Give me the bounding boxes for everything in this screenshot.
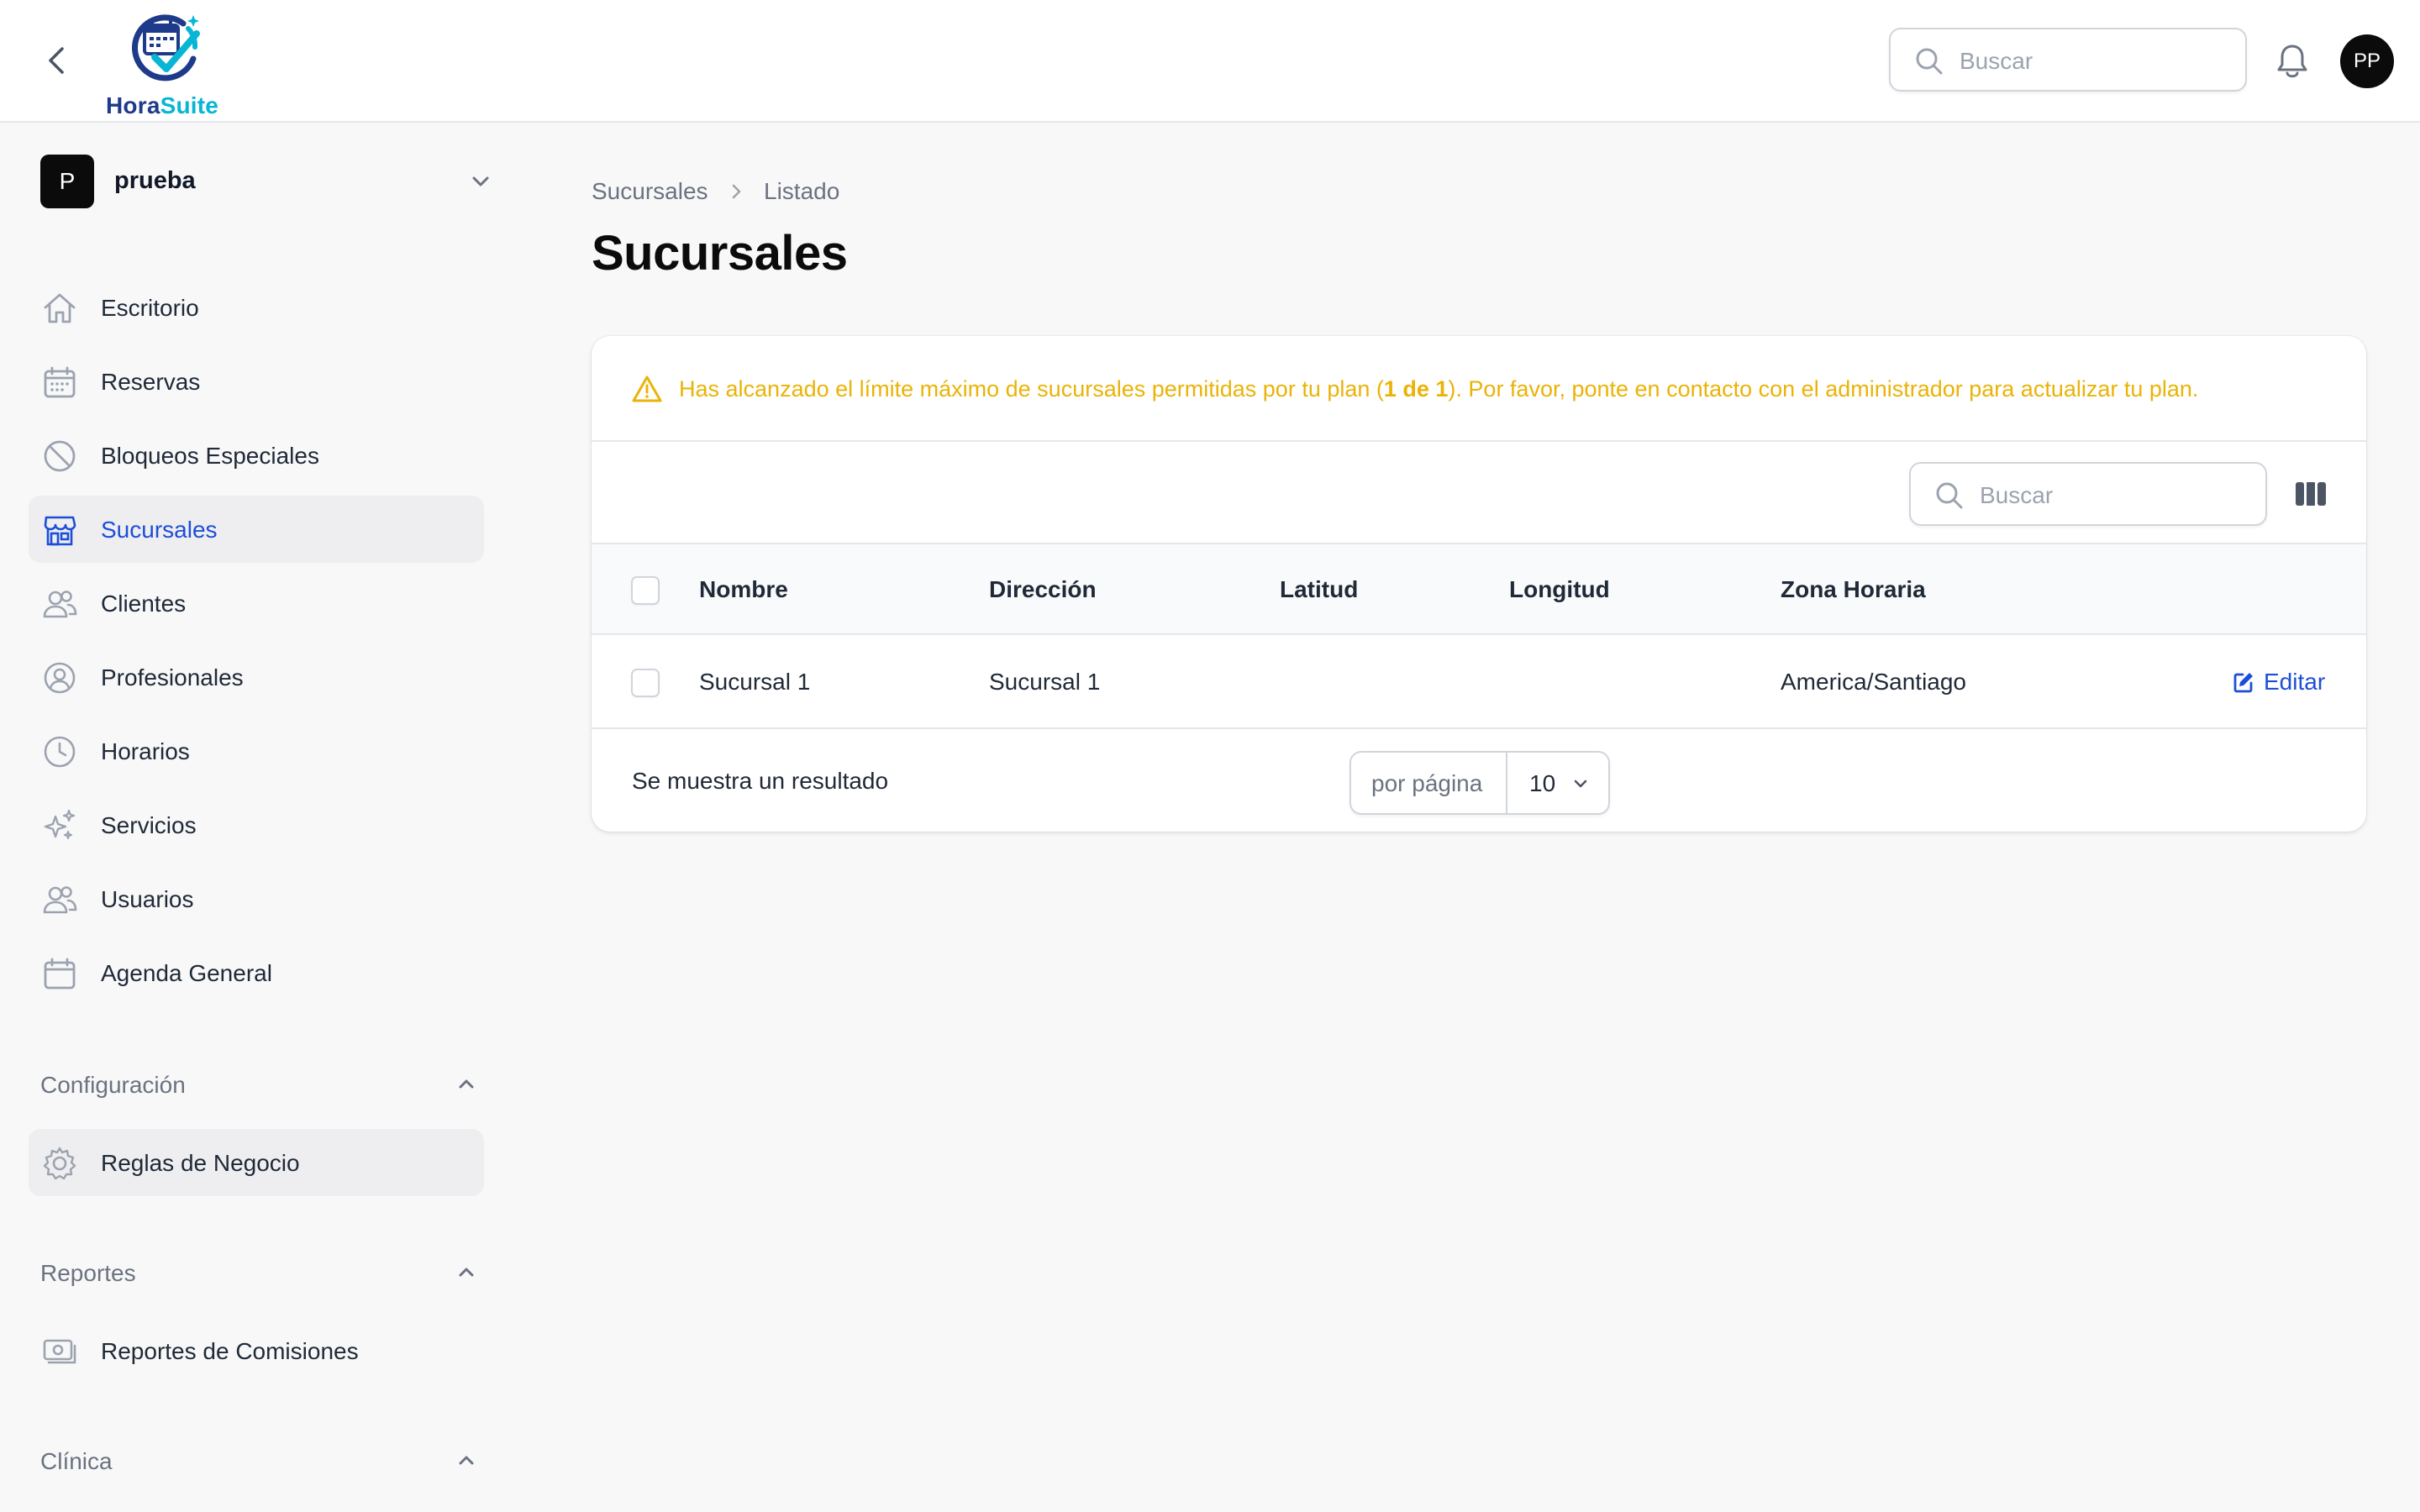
column-header-zona-horaria[interactable]: Zona Horaria [1781, 576, 1926, 603]
breadcrumb-current: Listado [764, 178, 840, 204]
sidebar-item-label: Sucursales [101, 517, 218, 543]
alert-text: Has alcanzado el límite máximo de sucurs… [679, 376, 2199, 402]
sidebar-item-reportes-de-comisiones[interactable]: Reportes de Comisiones [29, 1317, 484, 1384]
column-header-latitud[interactable]: Latitud [1280, 576, 1358, 603]
cell-nombre: Sucursal 1 [699, 669, 811, 695]
sucursales-table-card: Has alcanzado el límite máximo de sucurs… [592, 336, 2366, 832]
notifications-bell-icon[interactable] [2274, 42, 2311, 81]
sidebar-item-label: Usuarios [101, 886, 194, 912]
sidebar-item-servicios[interactable]: Servicios [29, 791, 484, 858]
section-reportes[interactable]: Reportes [40, 1257, 477, 1290]
calendar-icon [44, 958, 76, 990]
sidebar-item-label: Servicios [101, 812, 197, 838]
ban-icon [44, 440, 76, 472]
sidebar-item-reservas[interactable]: Reservas [29, 348, 484, 415]
sidebar-item-profesionales[interactable]: Profesionales [29, 643, 484, 711]
sidebar-item-reglas-de-negocio[interactable]: Reglas de Negocio [29, 1129, 484, 1196]
table-toolbar: Buscar [592, 442, 2366, 544]
search-icon [1916, 48, 1943, 75]
home-icon [44, 293, 76, 323]
tenant-badge: P [40, 155, 94, 208]
chevron-up-icon [459, 1079, 474, 1089]
row-checkbox[interactable] [631, 669, 660, 697]
sidebar-item-clientes[interactable]: Clientes [29, 570, 484, 637]
per-page-label-box: por página [1351, 753, 1507, 813]
global-search-input[interactable]: Buscar [1889, 28, 2247, 92]
section-configuracion[interactable]: Configuración [40, 1068, 477, 1102]
calendar-grid-icon [44, 366, 76, 398]
section-label: Clínica [40, 1448, 113, 1474]
table-search-input[interactable]: Buscar [1909, 462, 2267, 526]
logo-mark-icon [131, 14, 200, 81]
tenant-switcher[interactable]: P prueba [40, 155, 494, 208]
sidebar-item-label: Reportes de Comisiones [101, 1338, 359, 1364]
column-header-longitud[interactable]: Longitud [1509, 576, 1610, 603]
chevron-down-icon [472, 176, 489, 186]
per-page-label: por página [1371, 770, 1483, 796]
search-placeholder: Buscar [1960, 48, 2033, 74]
per-page-value: 10 [1529, 770, 1556, 796]
search-placeholder: Buscar [1980, 482, 2054, 508]
sidebar-item-label: Escritorio [101, 295, 199, 321]
chevron-right-icon [732, 184, 741, 199]
sidebar-item-agenda-general[interactable]: Agenda General [29, 939, 484, 1006]
table-header: Nombre Dirección Latitud Longitud Zona H… [592, 544, 2366, 635]
sidebar-item-label: Reglas de Negocio [101, 1150, 300, 1176]
top-bar: HoraSuite Buscar PP [0, 0, 2420, 123]
chevron-down-icon [1574, 780, 1587, 788]
edit-label: Editar [2264, 669, 2326, 695]
page-title: Sucursales [592, 226, 848, 281]
app-logo[interactable]: HoraSuite [103, 10, 225, 118]
users-icon [43, 886, 77, 914]
plan-limit-alert: Has alcanzado el límite máximo de sucurs… [592, 336, 2366, 442]
chevron-up-icon [459, 1268, 474, 1277]
sidebar-item-label: Reservas [101, 369, 201, 395]
sidebar-item-escritorio[interactable]: Escritorio [29, 274, 484, 341]
chevron-up-icon [459, 1456, 474, 1465]
back-icon[interactable] [44, 44, 71, 77]
column-header-direccion[interactable]: Dirección [989, 576, 1097, 603]
storefront-icon [44, 516, 76, 546]
user-avatar[interactable]: PP [2340, 34, 2394, 88]
warning-icon [632, 375, 662, 402]
per-page-select[interactable]: 10 [1507, 753, 1608, 813]
edit-icon [2233, 673, 2253, 693]
sidebar-item-sucursales[interactable]: Sucursales [29, 496, 484, 563]
select-all-checkbox[interactable] [631, 576, 660, 605]
tenant-name: prueba [114, 167, 196, 194]
section-clinica[interactable]: Clínica [40, 1445, 477, 1478]
logo-text: HoraSuite [106, 92, 219, 118]
section-label: Reportes [40, 1260, 136, 1286]
cell-direccion: Sucursal 1 [989, 669, 1101, 695]
sidebar-item-label: Bloqueos Especiales [101, 443, 319, 469]
per-page-control: por página 10 [1349, 751, 1610, 815]
sidebar-item-horarios[interactable]: Horarios [29, 717, 484, 785]
user-circle-icon [44, 662, 76, 694]
breadcrumb-link-sucursales[interactable]: Sucursales [592, 178, 708, 205]
cash-icon [43, 1339, 76, 1364]
clock-icon [44, 736, 76, 768]
sidebar-item-label: Profesionales [101, 664, 244, 690]
search-icon [1936, 482, 1963, 509]
sidebar-item-bloqueos-especiales[interactable]: Bloqueos Especiales [29, 422, 484, 489]
column-header-nombre[interactable]: Nombre [699, 576, 788, 603]
table-row[interactable]: Sucursal 1 Sucursal 1 America/Santiago E… [592, 635, 2366, 729]
sparkles-icon [44, 809, 76, 839]
columns-toggle-icon[interactable] [2294, 479, 2328, 509]
sidebar: P prueba Escritorio Reservas Bloqueos Es… [0, 124, 521, 1512]
sidebar-item-label: Agenda General [101, 960, 272, 986]
sidebar-item-label: Clientes [101, 591, 187, 617]
cog-icon [43, 1147, 76, 1180]
sidebar-item-usuarios[interactable]: Usuarios [29, 865, 484, 932]
sidebar-item-label: Horarios [101, 738, 190, 764]
table-footer: Se muestra un resultado por página 10 [592, 729, 2366, 832]
users-icon [43, 591, 77, 618]
cell-zona-horaria: America/Santiago [1781, 669, 1967, 695]
result-count-text: Se muestra un resultado [632, 768, 889, 794]
section-label: Configuración [40, 1072, 186, 1098]
